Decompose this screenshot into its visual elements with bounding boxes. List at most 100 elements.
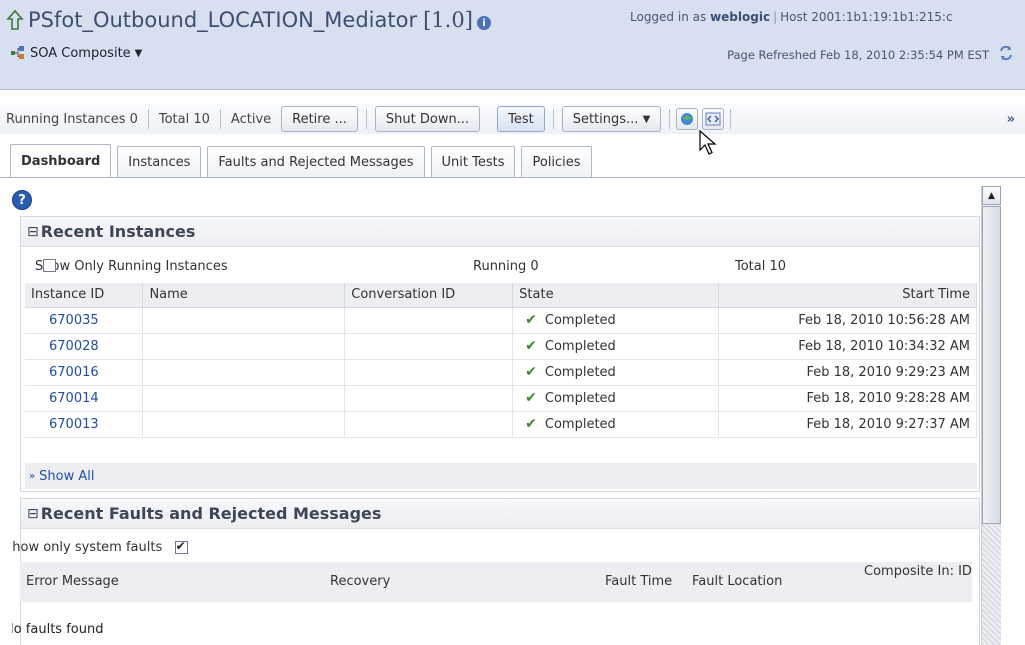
toolbar-divider (669, 109, 671, 129)
show-all-link[interactable]: Show All (39, 469, 94, 484)
check-icon: ✔ (525, 390, 537, 406)
check-icon: ✔ (525, 338, 537, 354)
col-composite-instance-id[interactable]: Composite In: ID (864, 564, 972, 579)
state-cell: ✔ Completed (512, 333, 720, 360)
chevron-down-icon: ▼ (642, 113, 651, 125)
table-row: 670013 ✔ Completed Feb 18, 2010 9:27:37 A… (25, 411, 977, 438)
instance-name (142, 359, 346, 386)
collapse-icon[interactable]: ⊟ (27, 506, 39, 522)
tab-unit-tests[interactable]: Unit Tests (430, 146, 516, 178)
user-name: weblogic (710, 10, 771, 24)
help-icon[interactable]: ? (12, 190, 32, 210)
recent-faults-header[interactable]: ⊟ Recent Faults and Rejected Messages (21, 499, 979, 529)
toolbar-divider (219, 109, 221, 129)
info-icon[interactable]: i (476, 16, 491, 30)
state-label: Completed (544, 391, 616, 406)
active-status: Active (230, 111, 272, 127)
recent-instances-table: Instance ID Name Conversation ID State S… (25, 283, 977, 438)
login-prefix: Logged in as (630, 10, 707, 24)
composite-version: [1.0] (423, 8, 473, 32)
col-fault-location[interactable]: Fault Location (692, 574, 782, 589)
system-faults-label: Show only system faults (12, 540, 163, 555)
instance-id-link[interactable]: 670013 (25, 411, 144, 438)
tab-instances[interactable]: Instances (117, 146, 202, 178)
host-name: Host 2001:1b1:19:1b1:215:c (780, 10, 953, 24)
show-running-checkbox[interactable] (43, 259, 57, 272)
total-count: Total 10 (735, 259, 787, 274)
check-icon: ✔ (525, 312, 537, 328)
recent-instances-panel: ⊟ Recent Instances Show Only Running Ins… (20, 216, 980, 492)
col-instance-id[interactable]: Instance ID (25, 283, 144, 308)
instance-id-link[interactable]: 670016 (25, 359, 144, 386)
no-faults-message: No faults found (12, 622, 104, 637)
login-info: Logged in as weblogic | Host 2001:1b1:19:1… (630, 10, 953, 24)
up-arrow-icon[interactable] (6, 9, 24, 31)
instance-id-link[interactable]: 670028 (25, 333, 144, 360)
soa-composite-icon (11, 46, 24, 59)
instance-name (142, 333, 346, 360)
vertical-scrollbar[interactable]: ▲ (981, 186, 1001, 645)
test-button[interactable]: Test (497, 106, 545, 132)
running-count: Running 0 (473, 259, 539, 274)
settings-button[interactable]: Settings... ▼ (561, 106, 662, 132)
dashboard-content: ? ⊟ Recent Instances Show Only Running I… (12, 182, 980, 645)
shut-down-button[interactable]: Shut Down... (374, 106, 481, 132)
soa-composite-label: SOA Composite (30, 45, 131, 61)
toolbar-divider (552, 109, 554, 129)
more-actions-icon[interactable]: » (1007, 112, 1015, 127)
start-time: Feb 18, 2010 10:34:32 AM (718, 333, 977, 360)
start-time: Feb 18, 2010 10:56:28 AM (718, 307, 977, 334)
deploy-icon (681, 113, 694, 125)
show-running-label: Show Only Running Instances (35, 259, 228, 274)
instance-id-link[interactable]: 670035 (25, 307, 144, 334)
double-chevron-icon: » (29, 470, 36, 482)
tab-faults[interactable]: Faults and Rejected Messages (207, 146, 425, 178)
col-conversation-id[interactable]: Conversation ID (344, 283, 514, 308)
instance-id-link[interactable]: 670014 (25, 385, 144, 412)
code-icon (705, 112, 721, 126)
col-start-time[interactable]: Start Time (718, 283, 977, 308)
tab-policies[interactable]: Policies (521, 146, 592, 178)
col-fault-time[interactable]: Fault Time (605, 574, 672, 589)
chevron-down-icon: ▼ (134, 47, 143, 59)
scroll-thumb[interactable] (982, 206, 1001, 524)
instance-name (142, 307, 346, 334)
total-instances-count: Total 10 (158, 111, 210, 127)
col-error-message[interactable]: Error Message (26, 574, 119, 589)
toolbar-divider (365, 109, 367, 129)
table-row: 670028 ✔ Completed Feb 18, 2010 10:34:32 … (25, 333, 977, 360)
recent-instances-header[interactable]: ⊟ Recent Instances (21, 217, 979, 247)
retire-button[interactable]: Retire ... (281, 106, 358, 132)
system-faults-checkbox[interactable] (174, 539, 188, 554)
col-name[interactable]: Name (142, 283, 346, 308)
show-all-row: » Show All (25, 463, 977, 489)
col-recovery[interactable]: Recovery (330, 574, 390, 589)
composite-toolbar: Running Instances 0 Total 10 Active Reti… (0, 104, 1025, 134)
table-header-row: Instance ID Name Conversation ID State S… (25, 283, 977, 308)
soa-composite-menu[interactable]: SOA Composite ▼ (10, 45, 142, 61)
conversation-id (344, 333, 514, 360)
start-time: Feb 18, 2010 9:27:37 AM (718, 411, 977, 438)
collapse-icon[interactable]: ⊟ (27, 224, 39, 240)
col-state[interactable]: State (512, 283, 720, 308)
state-label: Completed (544, 313, 616, 328)
deploy-icon-button[interactable] (676, 108, 699, 130)
recent-faults-title: Recent Faults and Rejected Messages (40, 504, 382, 523)
faults-table-header: Error Message Recovery Fault Time Fault … (20, 562, 972, 602)
check-icon: ✔ (525, 364, 537, 380)
scroll-track[interactable] (982, 524, 1001, 645)
mouse-cursor-icon (699, 130, 717, 155)
system-faults-option: Show only system faults (12, 539, 188, 555)
start-time: Feb 18, 2010 9:29:23 AM (718, 359, 977, 386)
state-cell: ✔ Completed (512, 385, 720, 412)
tab-divider (0, 177, 1025, 178)
toolbar-divider (730, 109, 732, 129)
export-icon-button[interactable] (702, 108, 725, 130)
scroll-up-icon[interactable]: ▲ (982, 186, 1001, 205)
toolbar-divider (147, 109, 149, 129)
running-instances-count: Running Instances 0 (6, 111, 138, 127)
state-cell: ✔ Completed (512, 411, 720, 438)
tab-dashboard[interactable]: Dashboard (10, 144, 112, 178)
refresh-icon[interactable] (997, 44, 1015, 62)
state-label: Completed (544, 365, 616, 380)
